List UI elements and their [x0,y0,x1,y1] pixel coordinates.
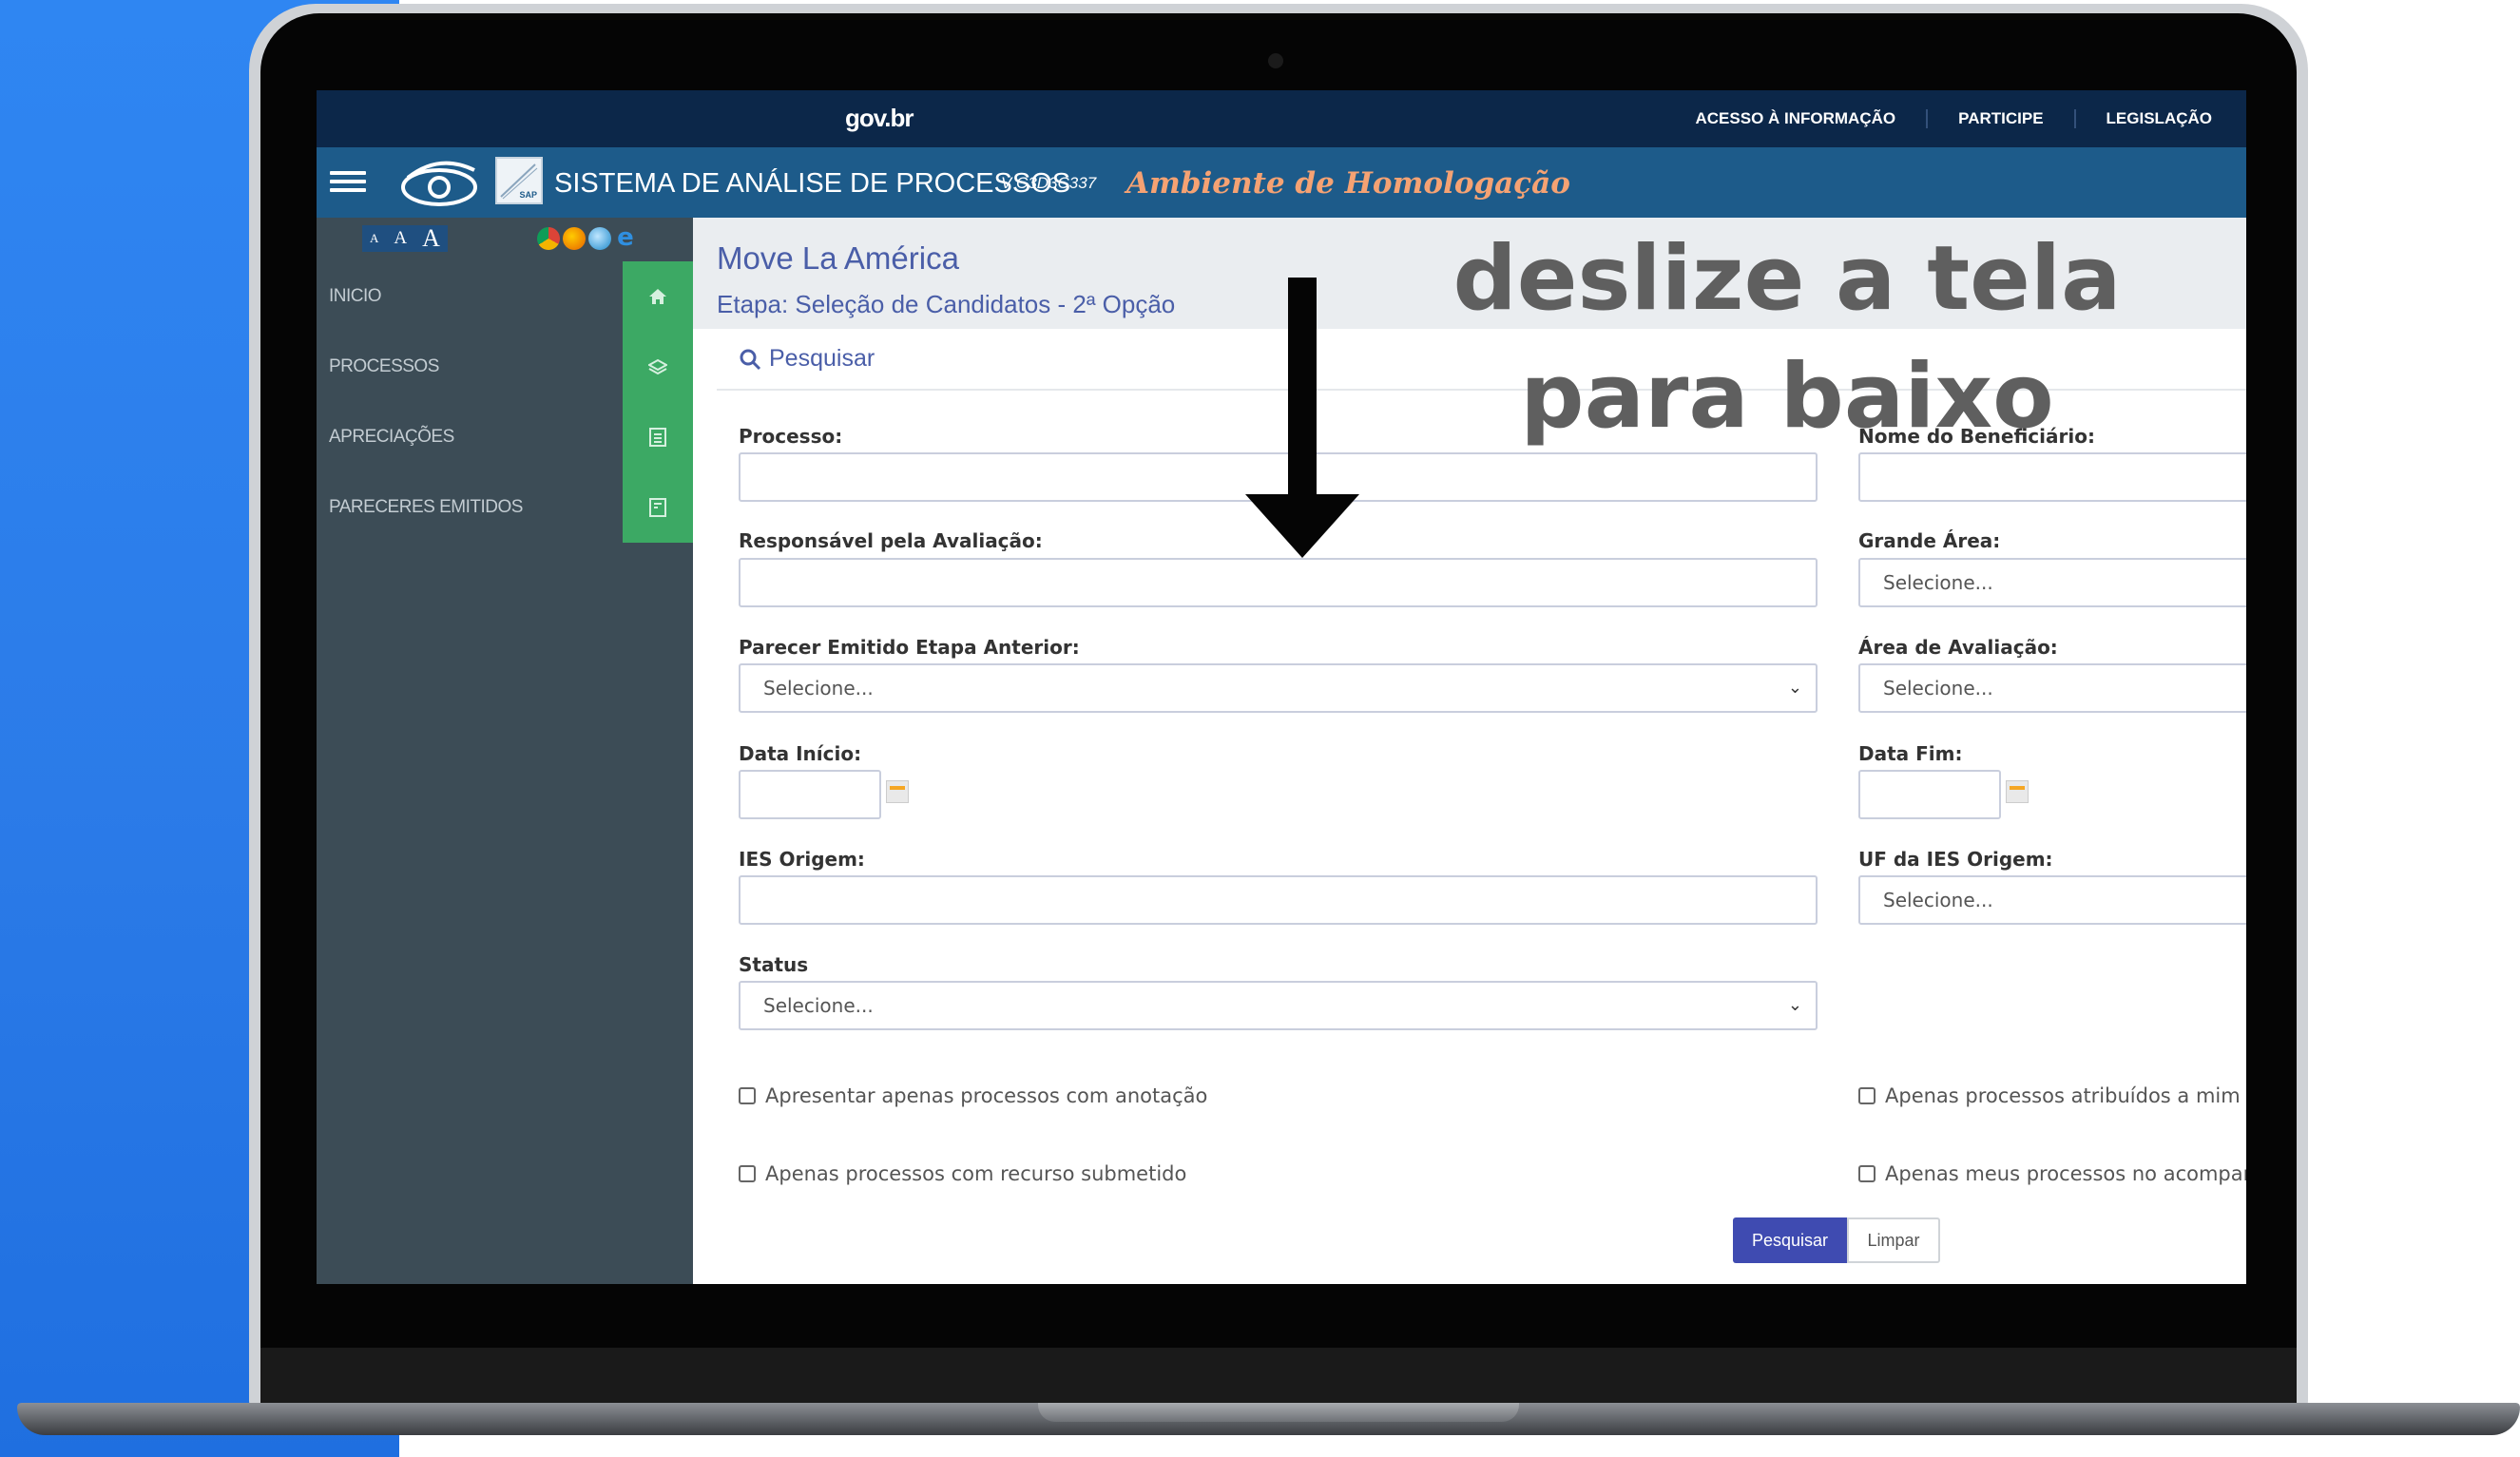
uf-ies-select-value: Selecione... [1883,889,1993,911]
processo-label: Processo: [739,425,843,448]
parecer-label: Parecer Emitido Etapa Anterior: [739,636,1080,659]
calendar-icon[interactable] [2006,780,2029,803]
laptop-chin [260,1348,2297,1410]
nome-beneficiario-input[interactable] [1858,452,2246,502]
checkbox-label: Apresentar apenas processos com anotação [765,1084,1208,1107]
laptop-notch [1038,1403,1519,1422]
app-title: SISTEMA DE ANÁLISE DE PROCESSOS [554,168,1071,199]
home-icon [623,261,693,332]
eye-logo-icon [401,161,477,206]
calendar-icon[interactable] [886,780,909,803]
accessibility-bar: A A A e [317,218,693,261]
search-button[interactable]: Pesquisar [1733,1217,1847,1263]
checkbox-label: Apenas processos com recurso submetido [765,1162,1187,1185]
sidebar-item-inicio[interactable]: INICIO [317,261,693,332]
gov-br-logo[interactable]: gov.br [845,104,914,133]
sidebar-item-apreciacoes[interactable]: APRECIAÇÕES [317,402,693,472]
uf-ies-label: UF da IES Origem: [1858,848,2053,871]
responsavel-label: Responsável pela Avaliação: [739,529,1043,552]
status-select-value: Selecione... [763,994,874,1017]
environment-label: Ambiente de Homologação [1126,166,1570,201]
sidebar-item-label: PROCESSOS [329,356,439,376]
document-icon [623,472,693,543]
list-icon [623,402,693,472]
hamburger-menu-icon[interactable] [330,166,366,199]
checkbox[interactable] [739,1165,756,1182]
data-inicio-input[interactable] [739,770,881,819]
area-avaliacao-select-value: Selecione... [1883,677,1993,700]
link-legislacao[interactable]: LEGISLAÇÃO [2073,109,2242,128]
font-size-small-button[interactable]: A [362,225,386,252]
clear-button[interactable]: Limpar [1847,1217,1940,1263]
gov-links: ACESSO À INFORMAÇÃO PARTICIPE LEGISLAÇÃO [1665,90,2243,147]
area-avaliacao-select[interactable]: Selecione... [1858,663,2246,713]
font-size-large-button[interactable]: A [414,225,448,252]
grande-area-select[interactable]: Selecione... [1858,558,2246,607]
sidebar-item-processos[interactable]: PROCESSOS [317,332,693,402]
sidebar-item-pareceres-emitidos[interactable]: PARECERES EMITIDOS [317,472,693,543]
ies-origem-input[interactable] [739,875,1818,925]
checkbox-label: Apenas processos atribuídos a mim [1885,1084,2241,1107]
firefox-icon [563,227,586,250]
sidebar-item-label: INICIO [329,286,382,306]
page-subtitle: Etapa: Seleção de Candidatos - 2ª Opção [717,290,1176,318]
data-inicio-label: Data Início: [739,742,862,765]
search-tab[interactable]: Pesquisar [739,345,875,373]
layers-icon [623,332,693,402]
uf-ies-select[interactable]: Selecione... [1858,875,2246,925]
status-select[interactable]: Selecione... ⌄ [739,981,1818,1030]
gov-bar: gov.br ACESSO À INFORMAÇÃO PARTICIPE LEG… [317,90,2246,147]
ie-icon: e [617,223,634,252]
responsavel-input[interactable] [739,558,1818,607]
checkbox[interactable] [1858,1087,1876,1104]
checkbox-acompanhamento[interactable]: Apenas meus processos no acompanha [1858,1162,2246,1185]
parecer-select[interactable]: Selecione... ⌄ [739,663,1818,713]
checkbox-label: Apenas meus processos no acompanha [1885,1162,2246,1185]
grande-area-select-value: Selecione... [1883,571,1993,594]
checkbox-atribuidos[interactable]: Apenas processos atribuídos a mim [1858,1084,2241,1107]
font-size-medium-button[interactable]: A [386,225,414,252]
safari-icon [588,227,611,250]
font-size-controls: A A A [362,225,448,252]
search-tab-label: Pesquisar [769,345,875,372]
app-version: V C3D3C337 [1001,174,1097,192]
checkbox-recurso[interactable]: Apenas processos com recurso submetido [739,1162,1186,1185]
status-label: Status [739,953,809,976]
parecer-select-value: Selecione... [763,677,874,700]
laptop-camera [1268,53,1283,68]
sap-logo: SAP [495,157,543,204]
link-participe[interactable]: PARTICIPE [1926,109,2073,128]
area-avaliacao-label: Área de Avaliação: [1858,636,2058,659]
sidebar-item-label: PARECERES EMITIDOS [329,497,523,517]
data-fim-input[interactable] [1858,770,2001,819]
checkbox-anotacao[interactable]: Apresentar apenas processos com anotação [739,1084,1207,1107]
sidebar: A A A e INICIO PROCESSOS APRECIAÇÕES PAR… [317,218,693,1284]
browser-icons: e [537,223,637,252]
app-header: SAP SISTEMA DE ANÁLISE DE PROCESSOS V C3… [317,147,2246,218]
checkbox[interactable] [739,1087,756,1104]
link-acesso-informacao[interactable]: ACESSO À INFORMAÇÃO [1665,109,1927,128]
arrow-down-icon [1245,278,1359,558]
page-title: Move La América [717,240,959,276]
checkbox[interactable] [1858,1165,1876,1182]
sap-logo-text: SAP [519,190,537,200]
chevron-down-icon: ⌄ [1787,995,1802,1015]
ies-origem-label: IES Origem: [739,848,865,871]
search-icon [740,349,761,370]
scroll-hint-text: deslize a tela para baixo [1452,227,2122,449]
grande-area-label: Grande Área: [1858,529,2001,552]
data-fim-label: Data Fim: [1858,742,1963,765]
chrome-icon [537,227,560,250]
sidebar-item-label: APRECIAÇÕES [329,427,454,447]
chevron-down-icon: ⌄ [1787,678,1802,698]
